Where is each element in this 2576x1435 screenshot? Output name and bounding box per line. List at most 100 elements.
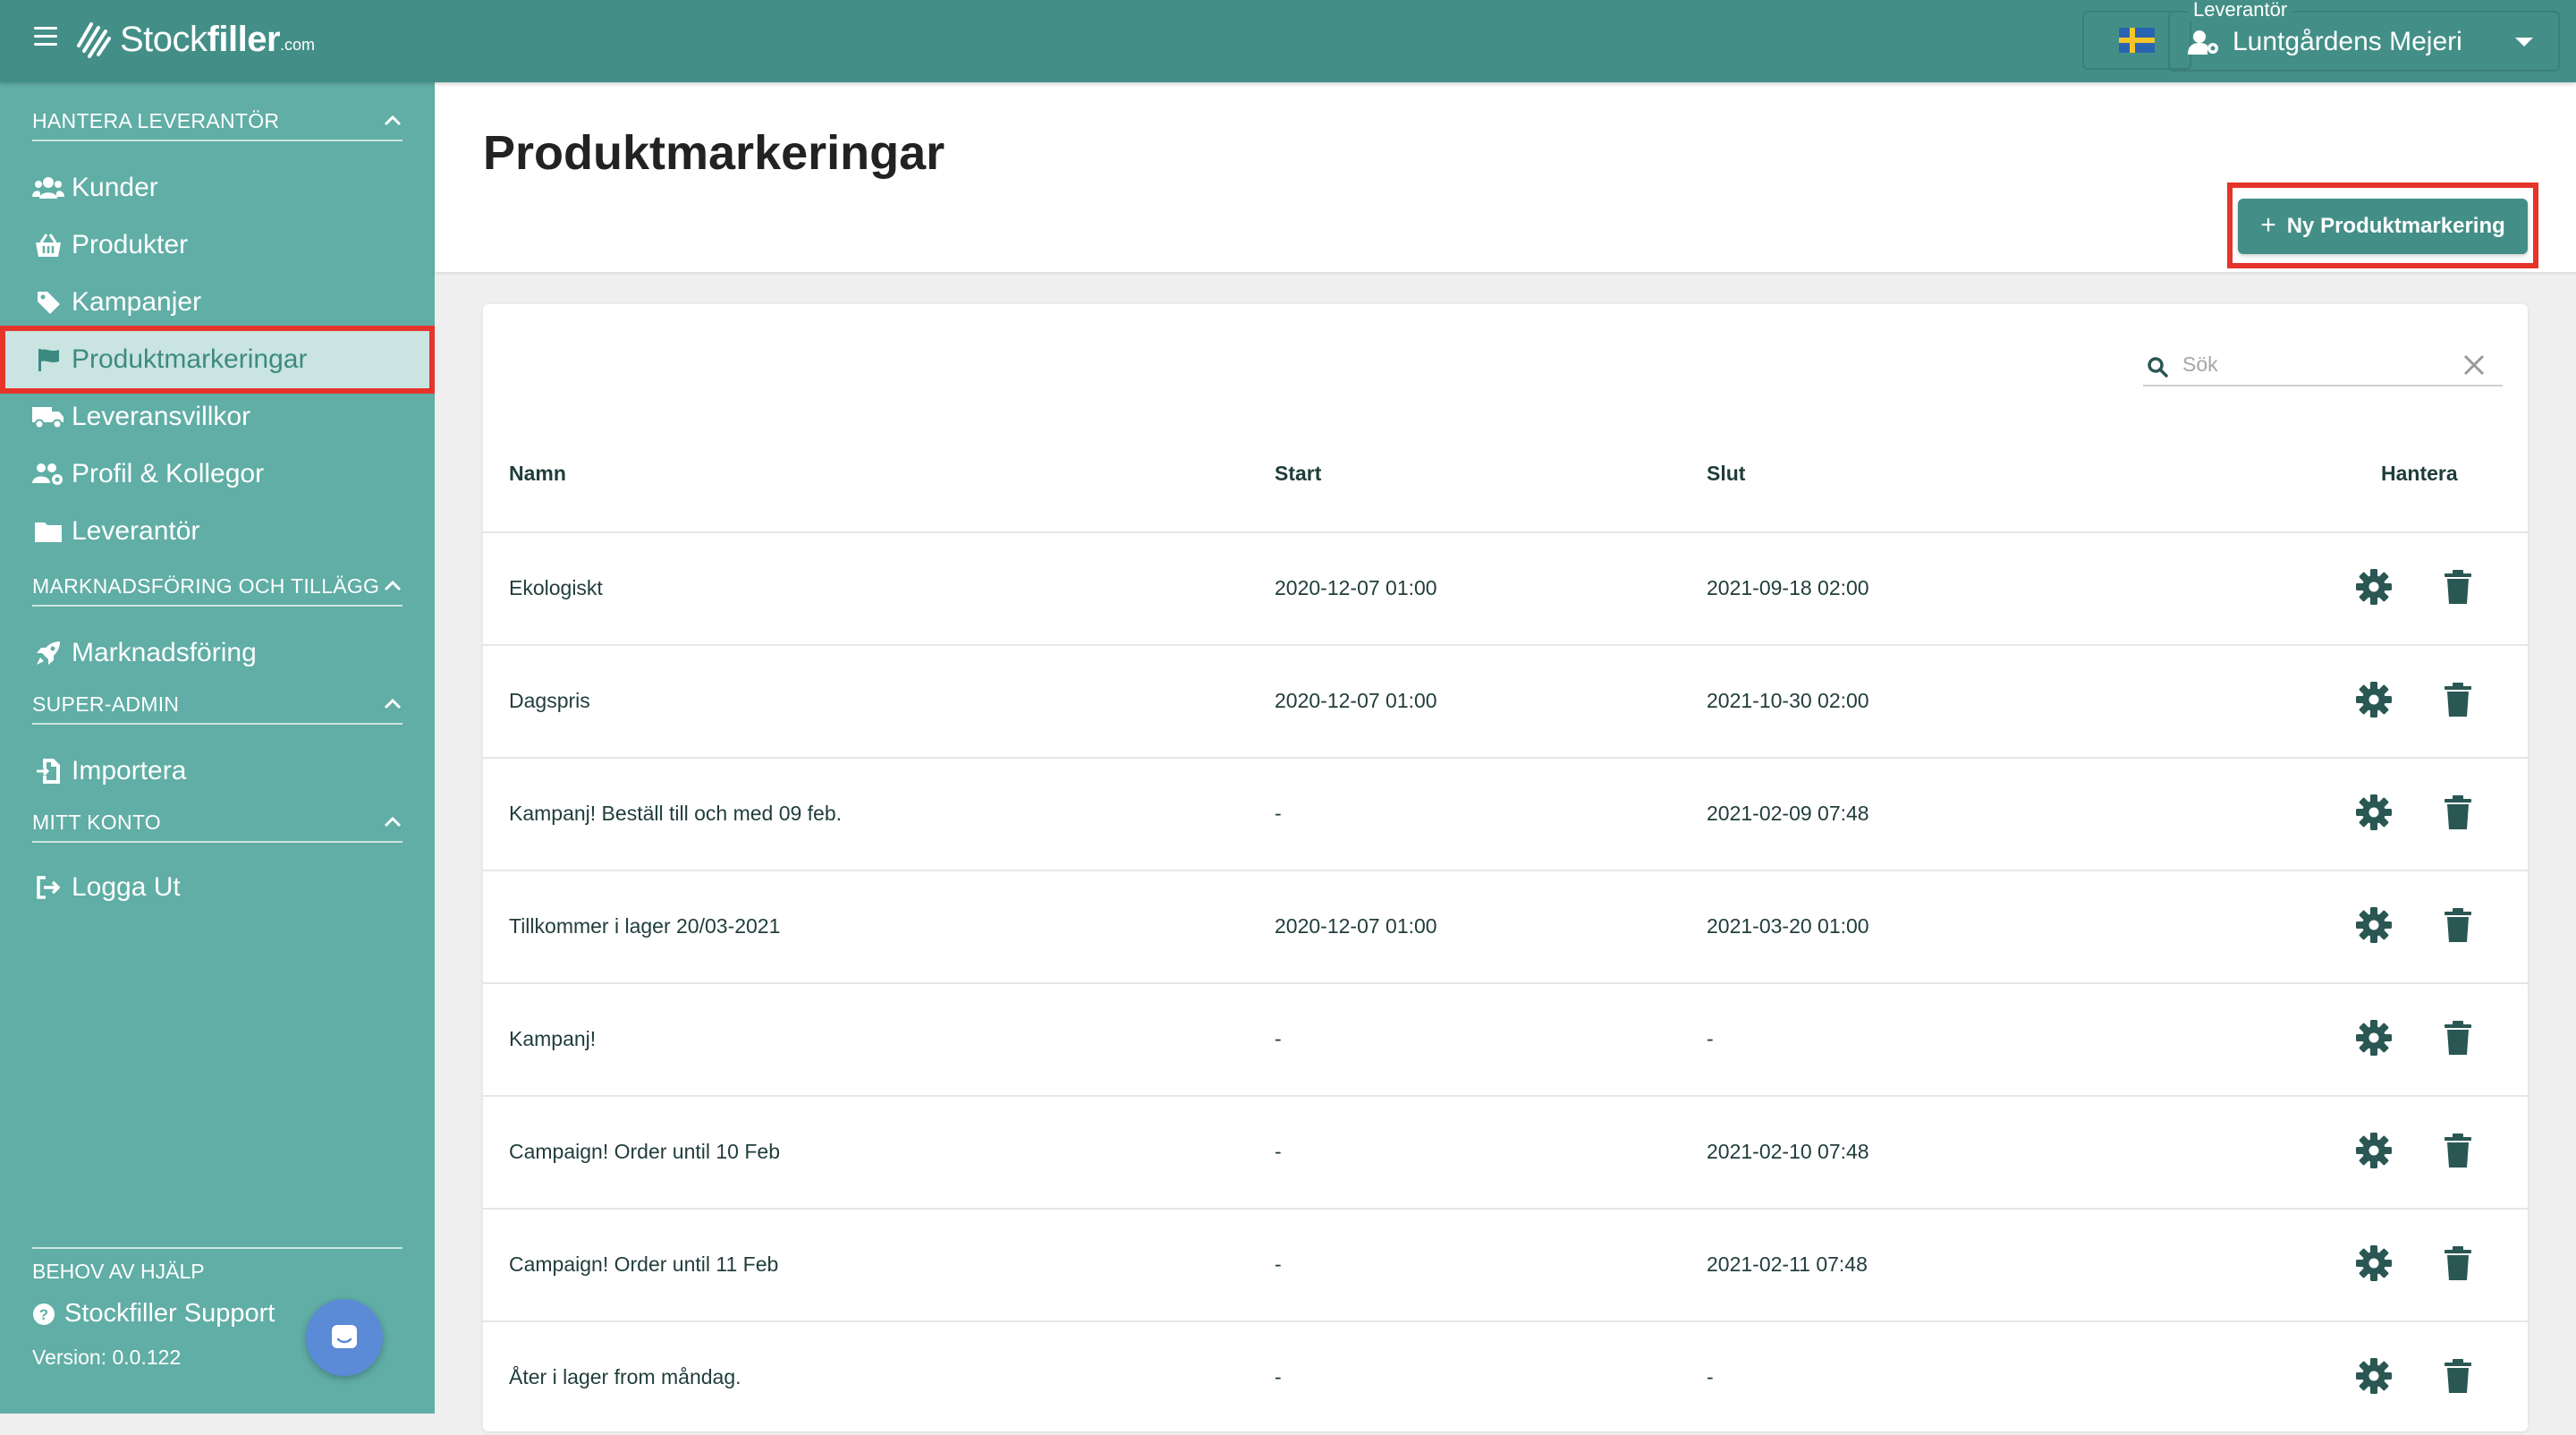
hamburger-menu-icon[interactable] <box>34 27 57 50</box>
table-row[interactable]: Ekologiskt 2020-12-07 01:00 2021-09-18 02:… <box>483 531 2528 646</box>
sidebar-item-label: Marknadsföring <box>72 638 257 667</box>
table-row[interactable]: Åter i lager from måndag. - - <box>483 1320 2528 1435</box>
sidebar-item-label: Leveransvillkor <box>72 402 251 431</box>
sidebar-item-profil-kollegor[interactable]: Profil & Kollegor <box>5 446 429 503</box>
section-title: HANTERA LEVERANTÖR <box>32 108 280 132</box>
sidebar-item-logga-ut[interactable]: Logga Ut <box>5 859 429 916</box>
delete-trash-icon[interactable] <box>2438 1244 2478 1283</box>
delete-trash-icon[interactable] <box>2438 1018 2478 1057</box>
delete-trash-icon[interactable] <box>2438 1131 2478 1170</box>
svg-text:?: ? <box>39 1306 48 1323</box>
chevron-up-icon <box>384 816 402 828</box>
cell-name: Kampanj! <box>509 1027 597 1050</box>
sidebar-item-importera[interactable]: Importera <box>5 743 429 800</box>
delete-trash-icon[interactable] <box>2438 567 2478 607</box>
settings-gear-icon[interactable] <box>2354 1244 2394 1283</box>
cell-end: - <box>1707 1365 1714 1388</box>
plus-icon: + <box>2260 209 2276 240</box>
cell-name: Åter i lager from måndag. <box>509 1365 741 1388</box>
users-icon <box>32 174 64 202</box>
cell-start: - <box>1275 1140 1282 1163</box>
cell-end: 2021-09-18 02:00 <box>1707 576 1869 599</box>
stockfiller-logo[interactable]: Stockfiller .com <box>72 14 315 64</box>
settings-gear-icon[interactable] <box>2354 567 2394 607</box>
sidebar-item-produktmarkeringar[interactable]: Produktmarkeringar <box>0 326 435 394</box>
cell-name: Kampanj! Beställ till och med 09 feb. <box>509 802 843 825</box>
cell-name: Dagspris <box>509 689 590 712</box>
cell-start: - <box>1275 1027 1282 1050</box>
section-header-marknadsforing[interactable]: MARKNADSFÖRING OCH TILLÄGG <box>32 567 402 607</box>
file-import-icon <box>32 757 64 785</box>
cell-start: 2020-12-07 01:00 <box>1275 914 1437 938</box>
sidebar-item-label: Kampanjer <box>72 287 202 317</box>
sidebar-item-label: Produkter <box>72 230 189 259</box>
sidebar-item-label: Importera <box>72 756 187 785</box>
settings-gear-icon[interactable] <box>2354 905 2394 945</box>
section-header-hantera-leverantor[interactable]: HANTERA LEVERANTÖR <box>32 102 402 141</box>
sidebar-item-label: Produktmarkeringar <box>72 344 308 374</box>
truck-icon <box>32 403 64 431</box>
delete-trash-icon[interactable] <box>2438 905 2478 945</box>
cell-end: 2021-03-20 01:00 <box>1707 914 1869 938</box>
chat-launcher-button[interactable] <box>306 1299 383 1376</box>
new-product-marking-button[interactable]: + Ny Produktmarkering <box>2238 199 2528 254</box>
cell-start: 2020-12-07 01:00 <box>1275 689 1437 712</box>
caret-down-icon <box>2515 38 2533 47</box>
table-row[interactable]: Campaign! Order until 10 Feb - 2021-02-10 … <box>483 1095 2528 1210</box>
sidebar-item-leveransvillkor[interactable]: Leveransvillkor <box>5 388 429 446</box>
cell-name: Campaign! Order until 11 Feb <box>509 1252 779 1276</box>
page-title: Produktmarkeringar <box>483 126 945 180</box>
column-header-slut[interactable]: Slut <box>1707 462 1745 486</box>
top-bar: Stockfiller .com Leverantör Luntgårdens … <box>0 0 2576 82</box>
swedish-flag-icon <box>2119 28 2155 53</box>
section-header-mitt-konto[interactable]: MITT KONTO <box>32 803 402 843</box>
search-input[interactable] <box>2181 349 2453 379</box>
sign-out-icon <box>32 873 64 902</box>
settings-gear-icon[interactable] <box>2354 1018 2394 1057</box>
sidebar-item-kunder[interactable]: Kunder <box>5 159 429 217</box>
cell-end: 2021-02-09 07:48 <box>1707 802 1869 825</box>
basket-icon <box>32 231 64 259</box>
new-button-label: Ny Produktmarkering <box>2286 214 2505 238</box>
version-text: Version: 0.0.122 <box>32 1346 182 1369</box>
settings-gear-icon[interactable] <box>2354 680 2394 719</box>
settings-gear-icon[interactable] <box>2354 793 2394 832</box>
flag-icon <box>32 345 64 374</box>
section-title: MARKNADSFÖRING OCH TILLÄGG <box>32 573 380 598</box>
sidebar-item-label: Kunder <box>72 173 158 202</box>
section-title: SUPER-ADMIN <box>32 692 180 716</box>
section-header-super-admin[interactable]: SUPER-ADMIN <box>32 685 402 725</box>
stockfiller-logo-mark-icon <box>77 22 111 58</box>
search-field[interactable] <box>2143 344 2503 386</box>
clear-search-icon[interactable] <box>2462 352 2487 378</box>
sidebar-item-leverantor[interactable]: Leverantör <box>5 503 429 560</box>
tag-icon <box>32 288 64 317</box>
cell-end: 2021-10-30 02:00 <box>1707 689 1869 712</box>
table-row[interactable]: Kampanj! - - <box>483 982 2528 1097</box>
table-row[interactable]: Kampanj! Beställ till och med 09 feb. - 20… <box>483 757 2528 871</box>
search-icon <box>2148 357 2168 378</box>
cell-end: 2021-02-11 07:48 <box>1707 1252 1868 1276</box>
supplier-select[interactable]: Leverantör Luntgårdens Mejeri <box>2168 0 2560 72</box>
product-markings-card: Namn Start Slut Hantera Ekologiskt 2020-1… <box>483 304 2528 1431</box>
sidebar-item-marknadsforing[interactable]: Marknadsföring <box>5 624 429 682</box>
delete-trash-icon[interactable] <box>2438 1356 2478 1396</box>
cell-start: - <box>1275 1365 1282 1388</box>
table-row[interactable]: Campaign! Order until 11 Feb - 2021-02-11 … <box>483 1208 2528 1322</box>
settings-gear-icon[interactable] <box>2354 1356 2394 1396</box>
support-label: Stockfiller Support <box>64 1299 275 1328</box>
delete-trash-icon[interactable] <box>2438 680 2478 719</box>
user-cog-icon <box>2188 30 2218 55</box>
support-link[interactable]: ? Stockfiller Support <box>32 1299 275 1329</box>
section-title: MITT KONTO <box>32 810 161 834</box>
sidebar-item-kampanjer[interactable]: Kampanjer <box>5 274 429 331</box>
table-row[interactable]: Dagspris 2020-12-07 01:00 2021-10-30 02:00 <box>483 644 2528 759</box>
column-header-start[interactable]: Start <box>1275 462 1321 486</box>
delete-trash-icon[interactable] <box>2438 793 2478 832</box>
table-row[interactable]: Tillkommer i lager 20/03-2021 2020-12-07 … <box>483 870 2528 984</box>
column-header-namn[interactable]: Namn <box>509 462 566 486</box>
settings-gear-icon[interactable] <box>2354 1131 2394 1170</box>
cell-start: - <box>1275 802 1282 825</box>
chevron-up-icon <box>384 580 402 591</box>
sidebar-item-produkter[interactable]: Produkter <box>5 217 429 274</box>
